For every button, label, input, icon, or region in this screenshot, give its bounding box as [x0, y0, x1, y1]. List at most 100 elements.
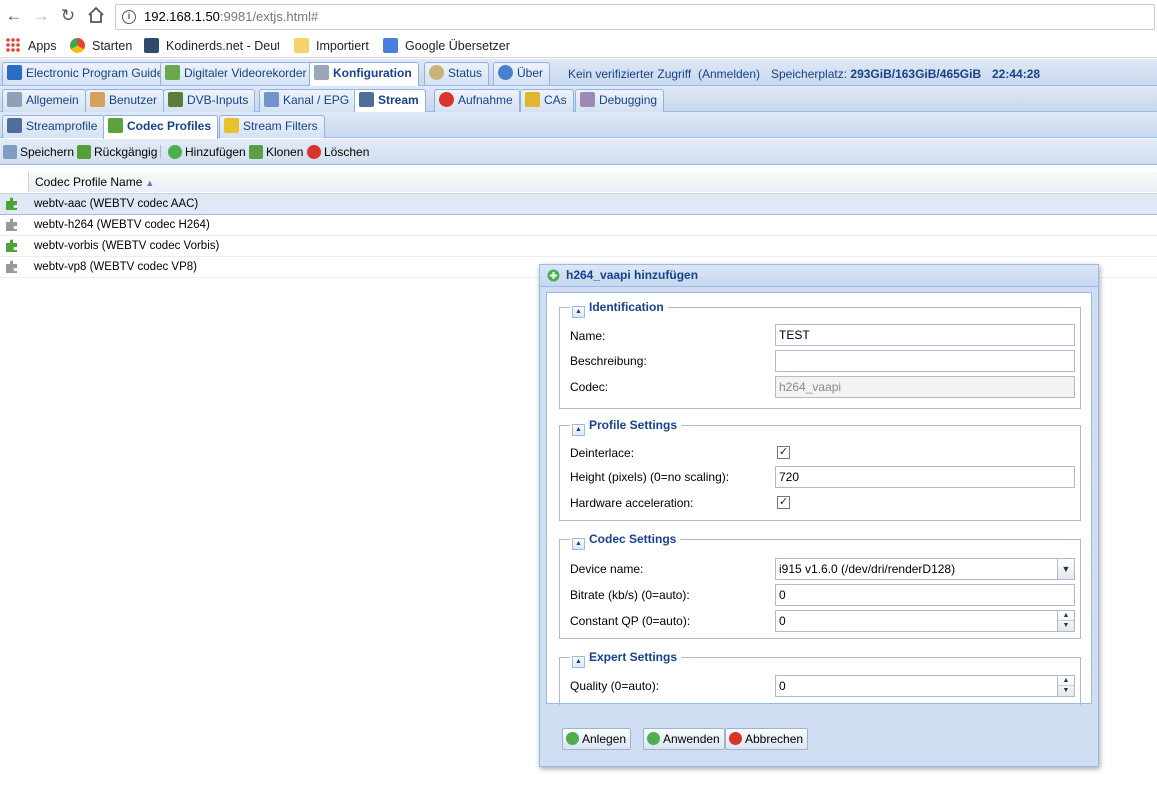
bookmark-apps[interactable]: Apps: [6, 37, 57, 55]
fieldset-profile-settings: ▲ Profile Settings Deinterlace: ✓ Height …: [559, 417, 1081, 521]
tab-epg[interactable]: Electronic Program Guide: [2, 62, 171, 85]
spin-down-icon[interactable]: ▼: [1058, 621, 1074, 631]
bug-icon: [580, 92, 595, 107]
device-name-select[interactable]: i915 v1.6.0 (/dev/dri/renderD128) ▼: [775, 558, 1075, 580]
bookmark-importiert[interactable]: Importiert: [294, 37, 369, 55]
dialog-form: ▲ Identification Name: TEST Beschreibung:…: [546, 292, 1092, 705]
legend-codec-settings[interactable]: ▲ Codec Settings: [570, 531, 681, 550]
fieldset-expert-settings: ▲ Expert Settings Quality (0=auto): 0 ▲ ▼: [559, 649, 1081, 705]
hwaccel-checkbox[interactable]: ✓: [777, 496, 790, 509]
name-field[interactable]: TEST: [775, 324, 1075, 346]
quality-label: Quality (0=auto):: [570, 679, 660, 693]
tab-konfiguration[interactable]: Konfiguration: [309, 62, 419, 86]
quality-value: 0: [779, 679, 786, 693]
undo-icon: [77, 145, 91, 159]
delete-button[interactable]: Löschen: [307, 144, 369, 160]
bookmark-google-translate[interactable]: Google Übersetzer: [383, 37, 510, 55]
google-translate-icon: [383, 38, 398, 53]
filter-icon: [224, 118, 239, 133]
add-icon: [566, 732, 579, 745]
users-icon: [90, 92, 105, 107]
tab-debugging[interactable]: Debugging: [575, 89, 665, 112]
forward-arrow-icon[interactable]: →: [31, 6, 51, 26]
undo-button[interactable]: Rückgängig: [77, 144, 157, 160]
tab-benutzer[interactable]: Benutzer: [85, 89, 165, 112]
height-field[interactable]: 720: [775, 466, 1075, 488]
codec-profiles-grid: Codec Profile Name ▲ webtv-aac (WEBTV cod…: [0, 166, 1157, 278]
puzzle-icon: [108, 118, 123, 133]
column-header-codec-profile-name[interactable]: Codec Profile Name ▲: [28, 172, 1157, 192]
chip-icon: [168, 92, 183, 107]
add-button[interactable]: Hinzufügen: [168, 144, 246, 160]
deinterlace-checkbox[interactable]: ✓: [777, 446, 790, 459]
browser-toolbar: ← → ↻ i 192.168.1.50:9981/extjs.html#: [0, 0, 1157, 34]
tab-streamprofile[interactable]: Streamprofile: [2, 115, 105, 138]
spin-down-icon[interactable]: ▼: [1058, 686, 1074, 696]
tab-status[interactable]: Status: [424, 62, 490, 85]
tab-codec-profiles[interactable]: Codec Profiles: [103, 115, 219, 139]
apply-button[interactable]: Anwenden: [643, 728, 725, 750]
save-icon: [3, 145, 17, 159]
tab-dvr[interactable]: Digitaler Videorekorder: [160, 62, 314, 85]
check-icon: [647, 732, 660, 745]
table-row[interactable]: webtv-h264 (WEBTV codec H264): [0, 215, 1157, 236]
info-icon[interactable]: i: [122, 10, 136, 24]
grid-header: Codec Profile Name ▲: [0, 166, 1157, 194]
spinner[interactable]: ▲ ▼: [1057, 676, 1074, 696]
download-icon: [165, 65, 180, 80]
tab-aufnahme[interactable]: Aufnahme: [434, 89, 520, 112]
spinner[interactable]: ▲ ▼: [1057, 611, 1074, 631]
reload-icon[interactable]: ↻: [58, 6, 78, 26]
constant-qp-stepper[interactable]: 0 ▲ ▼: [775, 610, 1075, 632]
tab-cas[interactable]: CAs: [520, 89, 574, 112]
bitrate-label: Bitrate (kb/s) (0=auto):: [570, 588, 690, 602]
device-name-label: Device name:: [570, 562, 644, 576]
constant-qp-label: Constant QP (0=auto):: [570, 614, 691, 628]
collapse-icon: ▲: [572, 538, 585, 550]
tab-allgemein[interactable]: Allgemein: [2, 89, 86, 112]
table-row[interactable]: webtv-vorbis (WEBTV codec Vorbis): [0, 236, 1157, 257]
login-link[interactable]: (Anmelden): [698, 67, 760, 81]
puzzle-icon: [6, 218, 17, 231]
tools-icon: [7, 92, 22, 107]
codec-label: Codec:: [570, 380, 609, 394]
legend-expert-settings[interactable]: ▲ Expert Settings: [570, 649, 682, 668]
legend-identification[interactable]: ▲ Identification: [570, 299, 668, 318]
address-bar[interactable]: i 192.168.1.50:9981/extjs.html#: [115, 4, 1155, 30]
tab-dvb-inputs[interactable]: DVB-Inputs: [163, 89, 256, 112]
apps-grid-icon: [6, 38, 21, 53]
bookmark-kodinerds[interactable]: Kodinerds.net - Deut: [144, 37, 279, 55]
spin-up-icon[interactable]: ▲: [1058, 676, 1074, 686]
tab-kanal-epg[interactable]: Kanal / EPG: [259, 89, 357, 112]
info-circle-icon: [498, 65, 513, 80]
chevron-down-icon[interactable]: ▼: [1057, 559, 1074, 579]
collapse-icon: ▲: [572, 656, 585, 668]
save-button[interactable]: Speichern: [3, 144, 74, 160]
tab-stream[interactable]: Stream: [354, 89, 426, 113]
chrome-icon: [70, 38, 85, 53]
bookmark-starten[interactable]: Starten: [70, 37, 132, 55]
eye-icon: [429, 65, 444, 80]
description-field[interactable]: [775, 350, 1075, 372]
quality-stepper[interactable]: 0 ▲ ▼: [775, 675, 1075, 697]
create-button[interactable]: Anlegen: [562, 728, 632, 750]
collapse-icon: ▲: [572, 424, 585, 436]
cancel-button[interactable]: Abbrechen: [725, 728, 809, 750]
storage-info: Speicherplatz: 293GiB/163GiB/465GiB: [771, 67, 982, 81]
add-icon: [168, 145, 182, 159]
home-icon[interactable]: [86, 6, 106, 26]
back-arrow-icon[interactable]: ←: [4, 6, 24, 26]
bitrate-field[interactable]: 0: [775, 584, 1075, 606]
clone-button[interactable]: Klonen: [249, 144, 303, 160]
add-icon: [547, 269, 560, 282]
cancel-icon: [729, 732, 742, 745]
spin-up-icon[interactable]: ▲: [1058, 611, 1074, 621]
device-name-value: i915 v1.6.0 (/dev/dri/renderD128): [779, 562, 956, 576]
dialog-title[interactable]: h264_vaapi hinzufügen: [540, 265, 1098, 287]
legend-profile-settings[interactable]: ▲ Profile Settings: [570, 417, 682, 436]
tab-about[interactable]: Über: [493, 62, 551, 85]
fieldset-codec-settings: ▲ Codec Settings Device name: i915 v1.6.0…: [559, 531, 1081, 639]
table-row[interactable]: webtv-aac (WEBTV codec AAC): [0, 194, 1157, 215]
toolbar-separator: [160, 145, 161, 159]
tab-stream-filters[interactable]: Stream Filters: [219, 115, 325, 138]
